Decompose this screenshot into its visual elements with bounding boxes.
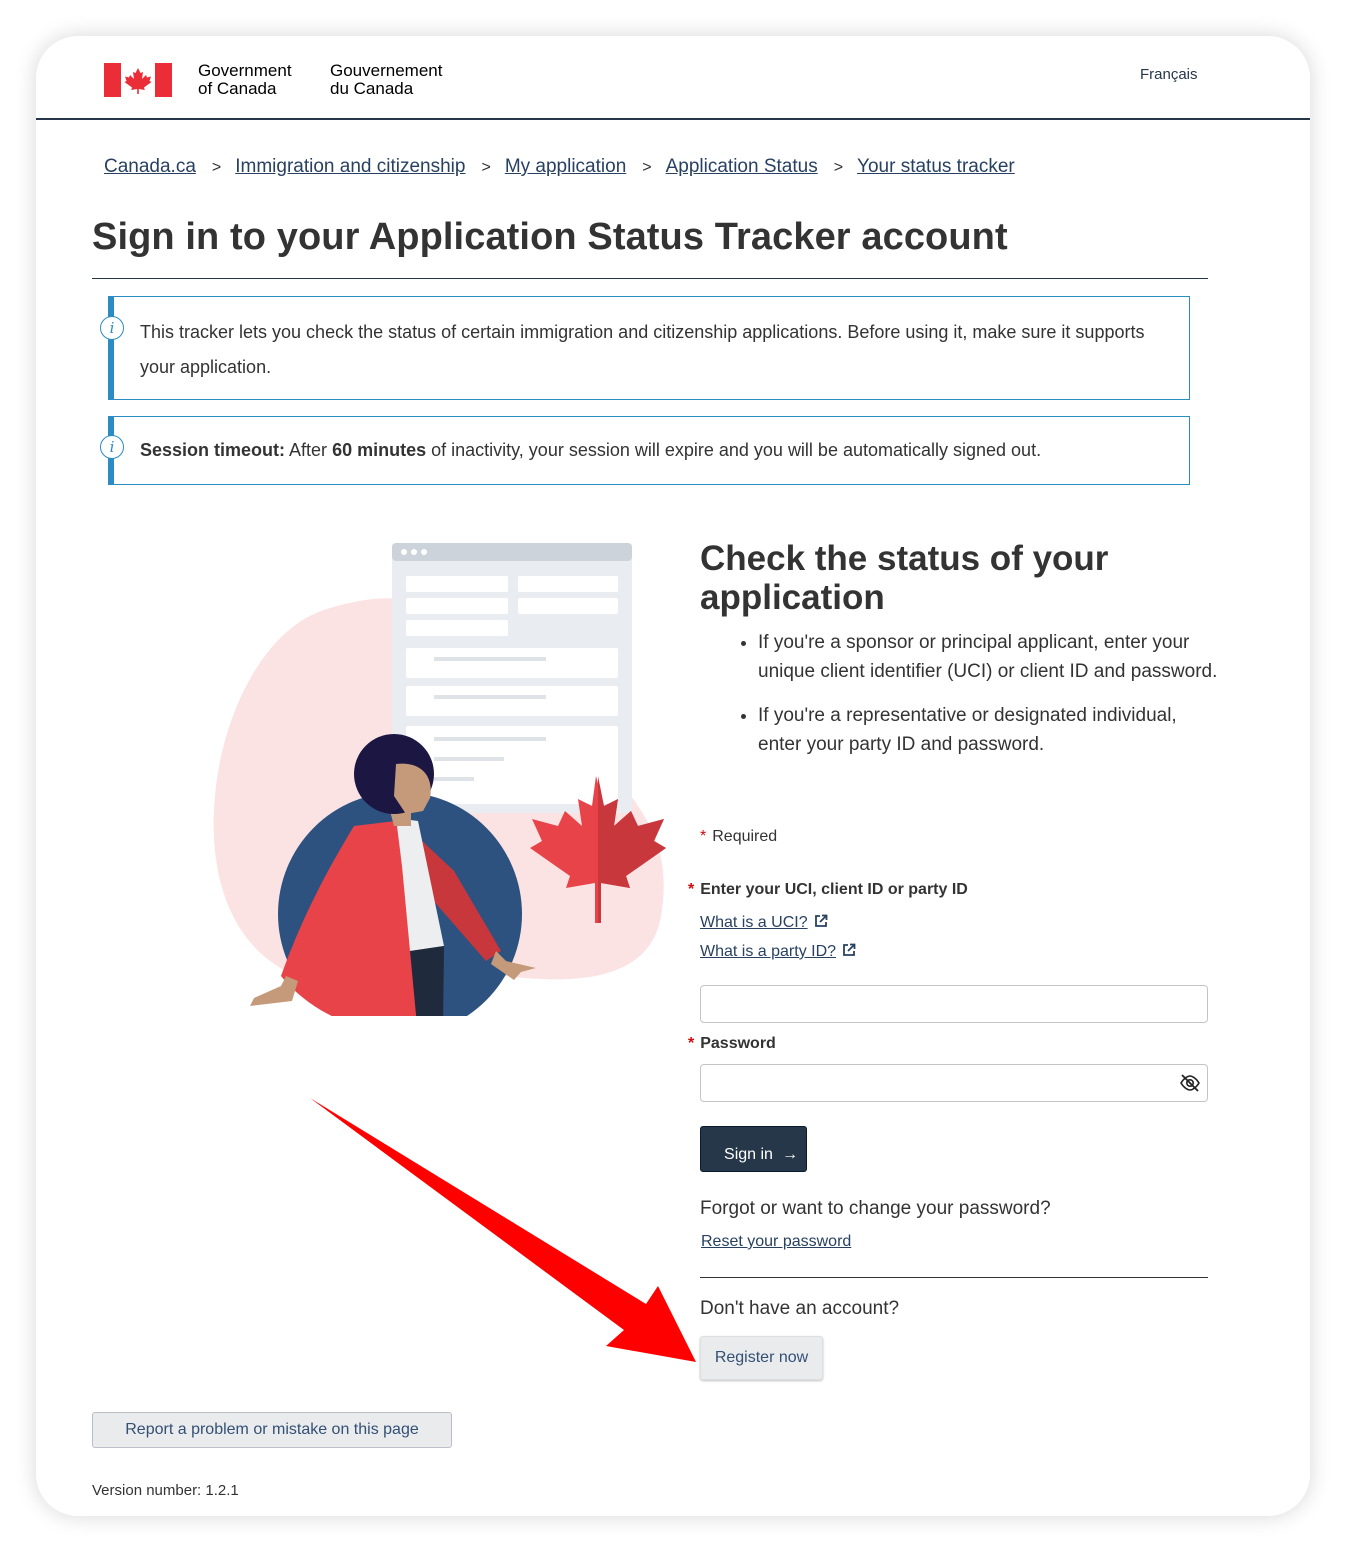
what-is-uci-link[interactable]: What is a UCI? <box>700 914 828 932</box>
breadcrumb-item-status-tracker[interactable]: Your status tracker <box>857 156 1015 177</box>
session-timeout-pre: After <box>285 440 333 460</box>
title-divider <box>92 278 1208 279</box>
breadcrumb-item-immigration[interactable]: Immigration and citizenship <box>235 156 465 177</box>
gov-fr-line1: Gouvernement <box>330 61 443 80</box>
site-header: Government of Canada Gouvernement du Can… <box>36 36 1310 120</box>
section-divider <box>700 1277 1208 1278</box>
uci-label-text: Enter your UCI, client ID or party ID <box>700 881 968 898</box>
required-text: Required <box>712 828 778 845</box>
report-problem-button[interactable]: Report a problem or mistake on this page <box>92 1412 452 1448</box>
what-is-party-id-text: What is a party ID? <box>700 943 837 960</box>
session-timeout-minutes: 60 minutes <box>332 440 427 460</box>
required-star: * <box>700 828 707 845</box>
no-account-question: Don't have an account? <box>700 1298 900 1319</box>
uci-input[interactable] <box>700 985 1208 1023</box>
breadcrumb-separator: > <box>642 159 652 176</box>
government-name-english: Government of Canada <box>198 62 292 98</box>
application-status-illustration <box>213 543 666 1016</box>
breadcrumb-separator: > <box>481 159 491 176</box>
breadcrumb-separator: > <box>211 159 222 176</box>
language-toggle-link[interactable]: Français <box>1140 66 1198 83</box>
tracker-notice-text: This tracker lets you check the status o… <box>140 322 1145 377</box>
breadcrumb: Canada.ca > Immigration and citizenship > My… <box>104 156 1015 178</box>
what-is-party-id-link[interactable]: What is a party ID? <box>700 943 856 961</box>
info-icon: i <box>100 316 124 340</box>
uci-field-label: * Enter your UCI, client ID or party ID <box>688 881 968 899</box>
password-field-label: * Password <box>688 1035 776 1053</box>
government-name-french: Gouvernement du Canada <box>330 62 442 98</box>
external-link-icon <box>843 943 856 956</box>
eye-slash-icon[interactable] <box>1179 1072 1201 1094</box>
arrow-right-icon: → <box>781 1146 798 1163</box>
info-icon: i <box>100 435 124 459</box>
session-timeout-post: of inactivity, your session will expire … <box>426 440 1042 460</box>
form-heading: Check the status of your application <box>700 539 1109 617</box>
forgot-password-question: Forgot or want to change your password? <box>700 1198 1051 1219</box>
instruction-item: If you're a sponsor or principal applica… <box>758 628 1218 686</box>
password-label-text: Password <box>700 1035 776 1052</box>
required-star: * <box>688 881 695 898</box>
version-number: Version number: 1.2.1 <box>92 1482 239 1499</box>
sign-in-label: Sign in <box>724 1146 773 1163</box>
session-timeout-label: Session timeout: <box>140 440 286 460</box>
browser-page-frame: Government of Canada Gouvernement du Can… <box>36 36 1310 1516</box>
canada-flag-icon[interactable] <box>104 63 172 97</box>
breadcrumb-separator: > <box>833 159 844 176</box>
tracker-info-alert: i This tracker lets you check the status… <box>100 296 1190 400</box>
required-note: * Required <box>700 828 777 846</box>
password-input[interactable] <box>700 1064 1208 1102</box>
breadcrumb-item-application-status[interactable]: Application Status <box>666 156 818 177</box>
gov-fr-line2: du Canada <box>330 79 414 98</box>
breadcrumb-item-my-application[interactable]: My application <box>505 156 626 177</box>
annotation-arrow-icon <box>310 1098 696 1362</box>
session-timeout-alert: i Session timeout: After 60 minutes of i… <box>100 416 1190 485</box>
instruction-item: If you're a representative or designated… <box>758 701 1218 759</box>
gov-en-line2: of Canada <box>198 79 277 98</box>
gov-en-line1: Government <box>198 61 292 80</box>
page-title: Sign in to your Application Status Track… <box>92 216 1008 258</box>
breadcrumb-item-canada[interactable]: Canada.ca <box>104 156 196 177</box>
required-star: * <box>688 1035 695 1052</box>
what-is-uci-text: What is a UCI? <box>700 914 808 931</box>
instructions-list: If you're a sponsor or principal applica… <box>738 628 1218 774</box>
external-link-icon <box>814 914 827 927</box>
